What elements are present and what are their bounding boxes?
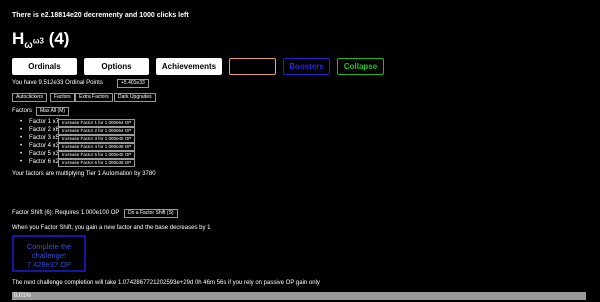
increase-factor-2-button[interactable]: Increase Factor 2 for 1.000e54 OP (58, 127, 136, 135)
tab-boosters[interactable]: Boosters (283, 58, 330, 75)
bullet-icon: • (20, 159, 23, 165)
subtab-factors[interactable]: Factors (50, 93, 75, 102)
tab-achievements[interactable]: Achievements (156, 58, 222, 75)
factor-shift-button[interactable]: Do a Factor Shift (S) (124, 209, 178, 218)
factor-name: Factor 6 x2 (29, 159, 60, 165)
tab-markup[interactable]: Markup (229, 58, 276, 75)
factors-heading: Factors (12, 108, 33, 114)
factor-name: Factor 1 x7 (29, 119, 60, 125)
max-all-button[interactable]: Max All (M) (36, 107, 69, 116)
challenge-op-required: 7.428e37 OP (26, 260, 72, 269)
complete-challenge-button[interactable]: Complete the challenge! 7.428e37 OP (12, 235, 86, 272)
subtab-autoclickers[interactable]: Autoclickers (12, 93, 47, 102)
factor-name: Factor 4 x3 (29, 143, 60, 149)
ordinal-title: Hωω3 (4) (12, 29, 69, 51)
gain-op-button[interactable]: +5.401e33 (117, 79, 149, 88)
ordinal-title-sub: ωω3 (24, 37, 44, 52)
increase-factor-1-button[interactable]: Increase Factor 1 for 1.000e64 OP (58, 119, 136, 127)
factors-multiplier-text: Your factors are multiplying Tier 1 Auto… (12, 171, 156, 177)
subtab-extra-factors[interactable]: Extra Factors (75, 93, 113, 102)
ordinal-points-text: You have 9.512e33 Ordinal Points (12, 80, 103, 86)
factor-name: Factor 2 x6 (29, 127, 60, 133)
decrementy-text: There is e2.18814e20 decrementy and 1000… (12, 12, 189, 19)
bullet-icon: • (20, 143, 23, 149)
factor-name: Factor 5 x3 (29, 151, 60, 157)
increase-factor-5-button[interactable]: Increase Factor 5 for 1.000e45 OP (58, 151, 136, 159)
factor-shift-requirement: Factor Shift (6): Requires 1.000e100 OP (12, 210, 120, 216)
tab-collapse[interactable]: Collapse (337, 58, 384, 75)
bullet-icon: • (20, 135, 23, 141)
increase-factor-3-button[interactable]: Increase Factor 3 for 1.000e45 OP (58, 135, 136, 143)
bullet-icon: • (20, 127, 23, 133)
ordinal-title-level: (4) (48, 29, 70, 48)
tab-options[interactable]: Options (84, 58, 149, 75)
bullet-icon: • (20, 151, 23, 157)
challenge-completion-estimate: The next challenge completion will take … (12, 280, 320, 286)
progress-label: 0.01% (14, 293, 32, 299)
challenge-line-1: Complete the (26, 242, 72, 251)
ordinal-title-main: H (12, 29, 25, 48)
tab-ordinals[interactable]: Ordinals (12, 58, 77, 75)
challenge-progress-bar: 0.01% (12, 292, 586, 300)
increase-factor-4-button[interactable]: Increase Factor 4 for 1.000e36 OP (58, 143, 136, 151)
challenge-line-2: challenge! (31, 251, 67, 260)
subtab-dark-upgrades[interactable]: Dark Upgrades (114, 93, 156, 102)
bullet-icon: • (20, 119, 23, 125)
factor-shift-description: When you Factor Shift, you gain a new fa… (12, 225, 211, 231)
increase-factor-6-button[interactable]: Increase Factor 6 for 1.000e36 OP (58, 159, 136, 167)
factor-name: Factor 3 x5 (29, 135, 60, 141)
